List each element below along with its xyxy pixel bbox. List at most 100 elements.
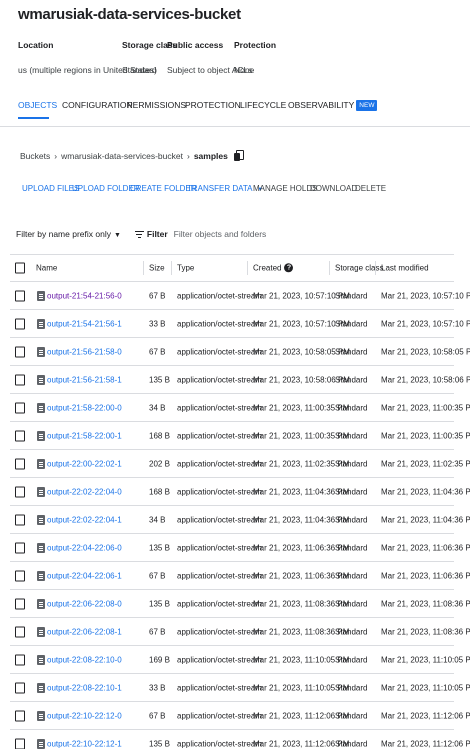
object-last-modified: Mar 21, 2023, 11:08:36 PM	[381, 599, 470, 608]
row-checkbox[interactable]	[15, 290, 25, 301]
table-row[interactable]: output-21:56-21:58-1 135 B application/oct…	[10, 366, 470, 394]
chevron-right-icon: ›	[54, 150, 58, 161]
object-name-link[interactable]: output-21:56-21:58-0	[47, 347, 122, 356]
header-type[interactable]: Type	[177, 264, 194, 273]
table-row[interactable]: output-22:08-22:10-1 33 B application/octe…	[10, 674, 470, 702]
tab-bar: OBJECTS CONFIGURATION PERMISSIONS PROTEC…	[10, 96, 460, 122]
download-button[interactable]: DOWNLOAD	[310, 184, 357, 193]
table-row[interactable]: output-22:06-22:08-1 67 B application/octe…	[10, 618, 470, 646]
header-last-modified[interactable]: Last modified	[381, 264, 429, 273]
object-name-link[interactable]: output-22:04-22:06-0	[47, 543, 122, 552]
object-size: 135 B	[149, 543, 170, 552]
object-type: application/octet-stream	[177, 459, 262, 468]
tab-protection[interactable]: PROTECTION	[185, 100, 241, 110]
row-checkbox[interactable]	[15, 514, 25, 525]
objects-table: Name Size Type Created? Storage class La…	[10, 254, 470, 749]
tab-observability[interactable]: OBSERVABILITY NEW	[288, 100, 378, 112]
table-row[interactable]: output-22:06-22:08-0 135 B application/oct…	[10, 590, 470, 618]
row-checkbox[interactable]	[15, 458, 25, 469]
object-name-link[interactable]: output-22:06-22:08-1	[47, 627, 122, 636]
object-name-link[interactable]: output-21:56-21:58-1	[47, 375, 122, 384]
table-row[interactable]: output-22:02-22:04-1 34 B application/octe…	[10, 506, 470, 534]
object-name-link[interactable]: output-21:58-22:00-0	[47, 403, 122, 412]
table-row[interactable]: output-22:08-22:10-0 169 B application/oct…	[10, 646, 470, 674]
object-last-modified: Mar 21, 2023, 11:02:35 PM	[381, 459, 470, 468]
row-checkbox[interactable]	[15, 346, 25, 357]
bucket-title: wmarusiak-data-services-bucket	[18, 6, 241, 23]
table-row[interactable]: output-22:10-22:12-0 67 B application/octe…	[10, 702, 470, 730]
row-checkbox[interactable]	[15, 402, 25, 413]
table-row[interactable]: output-22:02-22:04-0 168 B application/oct…	[10, 478, 470, 506]
header-size[interactable]: Size	[149, 264, 165, 273]
table-row[interactable]: output-22:04-22:06-1 67 B application/octe…	[10, 562, 470, 590]
object-storage-class: Standard	[335, 739, 368, 748]
row-checkbox[interactable]	[15, 486, 25, 497]
tab-objects[interactable]: OBJECTS	[18, 100, 57, 110]
table-row[interactable]: output-21:54-21:56-1 33 B application/octe…	[10, 310, 470, 338]
object-name-link[interactable]: output-21:58-22:00-1	[47, 431, 122, 440]
object-name-link[interactable]: output-22:02-22:04-1	[47, 515, 122, 524]
manage-holds-button[interactable]: MANAGE HOLDS	[253, 184, 317, 193]
object-last-modified: Mar 21, 2023, 11:00:35 PM	[381, 431, 470, 440]
row-checkbox[interactable]	[15, 654, 25, 665]
filter-mode-select[interactable]: Filter by name prefix only ▼	[16, 229, 121, 239]
object-name-link[interactable]: output-22:04-22:06-1	[47, 571, 122, 580]
object-name-link[interactable]: output-22:02-22:04-0	[47, 487, 122, 496]
object-type: application/octet-stream	[177, 599, 262, 608]
transfer-data-button[interactable]: TRANSFER DATA ▼	[187, 184, 263, 193]
object-storage-class: Standard	[335, 375, 368, 384]
object-name-link[interactable]: output-22:08-22:10-1	[47, 683, 122, 692]
object-type: application/octet-stream	[177, 347, 262, 356]
upload-files-button[interactable]: UPLOAD FILES	[22, 184, 79, 193]
object-name-link[interactable]: output-21:54-21:56-1	[47, 319, 122, 328]
caret-down-icon: ▼	[113, 232, 121, 239]
file-icon	[37, 318, 45, 329]
object-name-link[interactable]: output-21:54-21:56-0	[47, 291, 122, 300]
row-checkbox[interactable]	[15, 598, 25, 609]
table-row[interactable]: output-22:00-22:02-1 202 B application/oct…	[10, 450, 470, 478]
help-icon[interactable]: ?	[284, 263, 294, 273]
file-icon	[37, 598, 45, 609]
tab-permissions[interactable]: PERMISSIONS	[127, 100, 186, 110]
tab-configuration[interactable]: CONFIGURATION	[62, 100, 133, 110]
file-icon	[37, 682, 45, 693]
breadcrumb-buckets[interactable]: Buckets	[20, 151, 50, 161]
header-name[interactable]: Name	[36, 264, 57, 273]
table-row[interactable]: output-21:56-21:58-0 67 B application/octe…	[10, 338, 470, 366]
header-created[interactable]: Created?	[253, 263, 294, 273]
table-row[interactable]: output-22:04-22:06-0 135 B application/oct…	[10, 534, 470, 562]
filter-mode-label: Filter by name prefix only	[16, 229, 111, 239]
breadcrumb-bucket[interactable]: wmarusiak-data-services-bucket	[61, 151, 183, 161]
object-name-link[interactable]: output-22:08-22:10-0	[47, 655, 122, 664]
object-last-modified: Mar 21, 2023, 11:12:06 PM	[381, 711, 470, 720]
table-row[interactable]: output-21:54-21:56-0 67 B application/octe…	[10, 282, 470, 310]
object-storage-class: Standard	[335, 319, 368, 328]
tab-lifecycle[interactable]: LIFECYCLE	[240, 100, 286, 110]
row-checkbox[interactable]	[15, 542, 25, 553]
meta-label: Protection	[234, 40, 277, 50]
object-size: 202 B	[149, 459, 170, 468]
copy-icon[interactable]	[233, 150, 244, 161]
object-name-link[interactable]: output-22:10-22:12-0	[47, 711, 122, 720]
row-checkbox[interactable]	[15, 570, 25, 581]
row-checkbox[interactable]	[15, 710, 25, 721]
row-checkbox[interactable]	[15, 430, 25, 441]
object-name-link[interactable]: output-22:10-22:12-1	[47, 739, 122, 748]
table-row[interactable]: output-21:58-22:00-1 168 B application/oct…	[10, 422, 470, 450]
filter-input[interactable]	[173, 229, 324, 239]
row-checkbox[interactable]	[15, 374, 25, 385]
file-icon	[37, 486, 45, 497]
row-checkbox[interactable]	[15, 626, 25, 637]
select-all-checkbox[interactable]	[15, 262, 25, 274]
object-last-modified: Mar 21, 2023, 11:08:36 PM	[381, 627, 470, 636]
object-name-link[interactable]: output-22:06-22:08-0	[47, 599, 122, 608]
header-storage-class[interactable]: Storage class	[335, 264, 383, 273]
chevron-right-icon: ›	[186, 150, 190, 161]
row-checkbox[interactable]	[15, 682, 25, 693]
delete-button[interactable]: DELETE	[355, 184, 386, 193]
row-checkbox[interactable]	[15, 318, 25, 329]
row-checkbox[interactable]	[15, 738, 25, 749]
table-row[interactable]: output-21:58-22:00-0 34 B application/octe…	[10, 394, 470, 422]
table-row[interactable]: output-22:10-22:12-1 135 B application/oct…	[10, 730, 470, 749]
object-name-link[interactable]: output-22:00-22:02-1	[47, 459, 122, 468]
